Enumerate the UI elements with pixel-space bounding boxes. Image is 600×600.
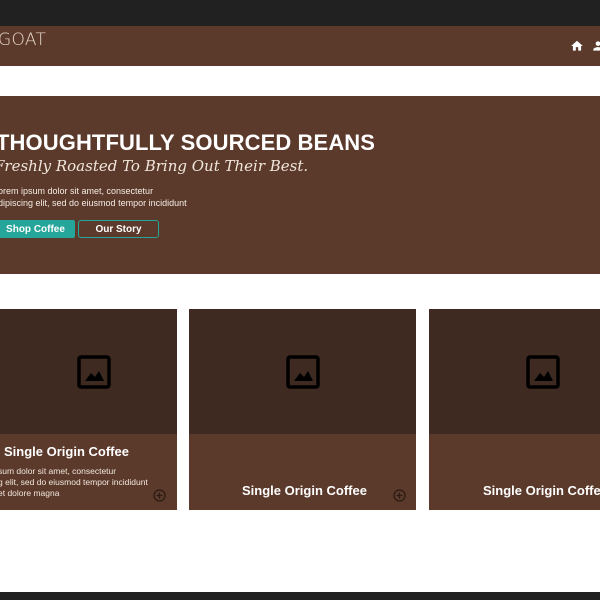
card-description-line: g elit, sed do eiusmod tempor incididunt (0, 477, 148, 487)
top-bar (0, 0, 600, 26)
card-title: Single Origin Coffee (242, 483, 367, 498)
hero-description: orem ipsum dolor sit amet, consectetur d… (0, 185, 198, 209)
image-placeholder-icon (76, 355, 111, 389)
our-story-button[interactable]: Our Story (78, 220, 159, 238)
home-icon[interactable] (570, 39, 584, 53)
card-title: Single Origin Coffee (4, 444, 129, 459)
card-image (0, 309, 177, 434)
card-title: Single Origin Coffee (483, 483, 600, 498)
product-card[interactable] (429, 309, 600, 510)
image-placeholder-icon (285, 355, 320, 389)
bottom-bar (0, 592, 600, 600)
hero-description-line: dipiscing elit, sed do eiusmod tempor in… (0, 198, 187, 208)
card-image (429, 309, 600, 434)
hero-title: THOUGHTFULLY SOURCED BEANS (0, 130, 376, 155)
shop-coffee-button[interactable]: Shop Coffee (0, 220, 75, 238)
add-circle-icon[interactable] (153, 489, 166, 502)
card-description-line: et dolore magna (0, 488, 60, 498)
product-card[interactable] (189, 309, 416, 510)
person-icon[interactable] (591, 39, 600, 53)
hero-subtitle: Freshly Roasted To Bring Out Their Best. (0, 157, 309, 175)
navbar (0, 26, 600, 66)
image-placeholder-icon (526, 355, 560, 389)
brand-logo[interactable]: GOAT (0, 30, 46, 50)
card-description: sum dolor sit amet, consectetur g elit, … (0, 466, 178, 499)
add-circle-icon[interactable] (393, 489, 406, 502)
card-image (189, 309, 416, 434)
card-description-line: sum dolor sit amet, consectetur (0, 466, 117, 476)
hero-description-line: orem ipsum dolor sit amet, consectetur (0, 186, 154, 196)
